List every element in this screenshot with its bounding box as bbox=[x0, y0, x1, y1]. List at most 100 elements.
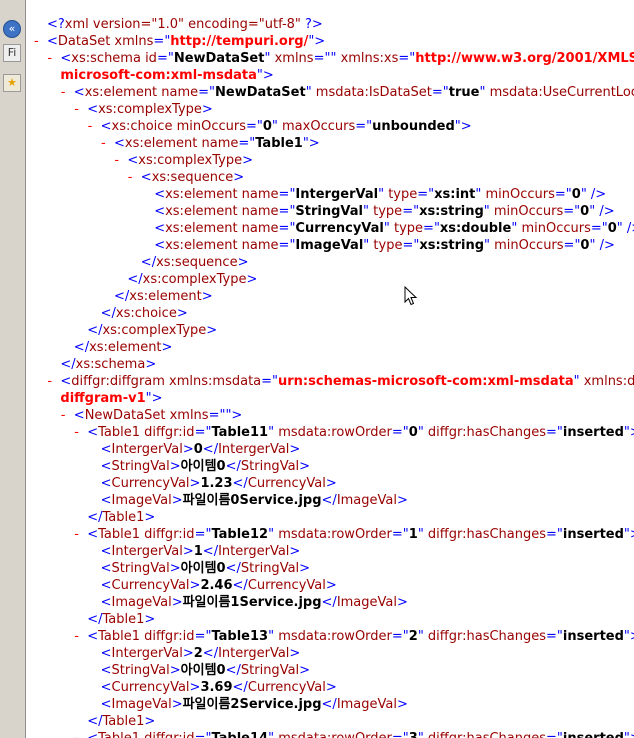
xml-token: Table1 bbox=[98, 527, 140, 542]
xml-token: CurrencyVal bbox=[111, 578, 190, 593]
xml-token: ?> bbox=[300, 17, 323, 32]
xml-line: <xs:element name="IntergerVal" type="xs:… bbox=[141, 186, 606, 203]
xml-token: IntergerVal bbox=[218, 442, 290, 457]
xml-token: </ bbox=[321, 697, 337, 712]
collapse-toggle[interactable]: - bbox=[74, 730, 87, 738]
xml-token: =" bbox=[198, 85, 216, 100]
xml-line: - <xs:sequence> bbox=[128, 169, 244, 186]
collapse-toggle[interactable]: - bbox=[61, 84, 74, 101]
xml-token: < bbox=[114, 136, 125, 151]
browser-left-edge: « Fi ★ bbox=[0, 0, 26, 738]
xml-token: =" bbox=[554, 187, 572, 202]
xml-token: =" bbox=[278, 238, 296, 253]
file-menu-label[interactable]: Fi bbox=[3, 44, 21, 62]
xml-token: msdata:rowOrder bbox=[274, 527, 392, 542]
xml-token: xs:complexType bbox=[142, 272, 247, 287]
xml-token: > bbox=[246, 272, 258, 287]
collapse-toggle[interactable]: - bbox=[74, 526, 87, 543]
xml-token: id bbox=[140, 51, 157, 66]
collapse-toggle[interactable]: - bbox=[47, 50, 60, 67]
xml-token: 1 bbox=[193, 544, 203, 559]
xml-token: IntergerVal bbox=[111, 442, 183, 457]
xml-token: inserted bbox=[562, 527, 624, 542]
xml-token: DataSet bbox=[57, 34, 111, 49]
xml-token: > bbox=[145, 357, 157, 372]
xml-token: NewDataSet bbox=[84, 408, 166, 423]
xml-token: > bbox=[169, 561, 181, 576]
collapse-toggle[interactable]: - bbox=[74, 424, 87, 441]
xml-token: 파일이름1Service.jpg bbox=[182, 595, 322, 610]
back-icon[interactable]: « bbox=[3, 20, 21, 38]
xml-line: </Table1> bbox=[74, 509, 155, 526]
xml-token: xs:element bbox=[165, 187, 238, 202]
xml-token: =" bbox=[194, 527, 212, 542]
collapse-toggle[interactable]: - bbox=[34, 33, 47, 50]
xml-token: " /> bbox=[616, 221, 634, 236]
xml-token: =" bbox=[402, 204, 420, 219]
xml-token: < bbox=[100, 663, 112, 678]
collapse-toggle[interactable]: - bbox=[114, 152, 127, 169]
xml-line: - <Table1 diffgr:id="Table13" msdata:rowO… bbox=[74, 628, 634, 645]
xml-token: =" bbox=[194, 629, 212, 644]
xml-token: Table1 bbox=[102, 510, 145, 525]
xml-viewer: <?xml version="1.0" encoding="utf-8" ?> -… bbox=[26, 0, 634, 738]
xml-token: < bbox=[100, 459, 112, 474]
xml-token: </ bbox=[87, 323, 103, 338]
collapse-toggle[interactable]: - bbox=[128, 169, 141, 186]
xml-token: < bbox=[154, 187, 166, 202]
xml-token: < bbox=[100, 476, 112, 491]
xml-token: > bbox=[289, 544, 301, 559]
xml-token: inserted bbox=[562, 425, 624, 440]
xml-token: > bbox=[237, 255, 249, 270]
xml-line: <StringVal>아이템0</StringVal> bbox=[88, 662, 310, 679]
xml-token: name bbox=[237, 238, 279, 253]
xml-token: 0 bbox=[607, 221, 617, 236]
xml-token: =" bbox=[153, 34, 171, 49]
xml-line: - <DataSet xmlns="http://tempuri.org/"> bbox=[34, 33, 325, 50]
xml-token: </ bbox=[225, 459, 241, 474]
xml-token: xs:string bbox=[419, 238, 485, 253]
xml-token: < bbox=[73, 408, 85, 423]
collapse-toggle[interactable]: - bbox=[47, 373, 60, 390]
xml-token: </ bbox=[100, 306, 116, 321]
favorites-star-icon[interactable]: ★ bbox=[3, 74, 21, 92]
xml-token: "> bbox=[623, 629, 634, 644]
xml-token: xs:element bbox=[129, 289, 202, 304]
xml-token: < bbox=[100, 119, 112, 134]
xml-token: diffgr:hasChanges bbox=[423, 527, 547, 542]
xml-line: <CurrencyVal>2.46</CurrencyVal> bbox=[88, 577, 337, 594]
xml-token: < bbox=[154, 238, 166, 253]
xml-token: 2.46 bbox=[200, 578, 233, 593]
xml-token: > bbox=[289, 646, 301, 661]
xml-token: =" bbox=[431, 85, 449, 100]
xml-token: IntergerVal bbox=[111, 646, 183, 661]
xml-token: > bbox=[171, 697, 183, 712]
xml-token: < bbox=[87, 731, 98, 738]
xml-token: xmlns:xs bbox=[336, 51, 399, 66]
xml-token: unbounded bbox=[372, 119, 455, 134]
xml-token: IntergerVal bbox=[218, 544, 290, 559]
xml-line: <CurrencyVal>3.69</CurrencyVal> bbox=[88, 679, 337, 696]
xml-token: xmlns bbox=[270, 51, 314, 66]
xml-token: xs:double bbox=[439, 221, 512, 236]
xml-line: <IntergerVal>0</IntergerVal> bbox=[88, 441, 301, 458]
collapse-toggle[interactable]: - bbox=[74, 101, 87, 118]
xml-token: xs:choice bbox=[111, 119, 173, 134]
collapse-toggle[interactable]: - bbox=[61, 407, 74, 424]
xml-token: < bbox=[100, 493, 112, 508]
xml-token: Table1 bbox=[102, 612, 145, 627]
collapse-toggle[interactable]: - bbox=[101, 135, 114, 152]
xml-token: ImageVal bbox=[336, 697, 397, 712]
xml-token: < bbox=[100, 646, 112, 661]
xml-token: StringVal bbox=[240, 663, 300, 678]
xml-token: diffgr:hasChanges bbox=[423, 425, 547, 440]
xml-token: "> bbox=[308, 34, 326, 49]
xml-token: < bbox=[140, 170, 152, 185]
xml-token: NewDataSet bbox=[215, 85, 306, 100]
collapse-toggle[interactable]: - bbox=[88, 118, 101, 135]
xml-token: > bbox=[182, 544, 194, 559]
xml-line: <ImageVal>파일이름0Service.jpg</ImageVal> bbox=[88, 492, 408, 509]
xml-token: > bbox=[169, 459, 181, 474]
xml-line: - <Table1 diffgr:id="Table12" msdata:rowO… bbox=[74, 526, 634, 543]
collapse-toggle[interactable]: - bbox=[74, 628, 87, 645]
